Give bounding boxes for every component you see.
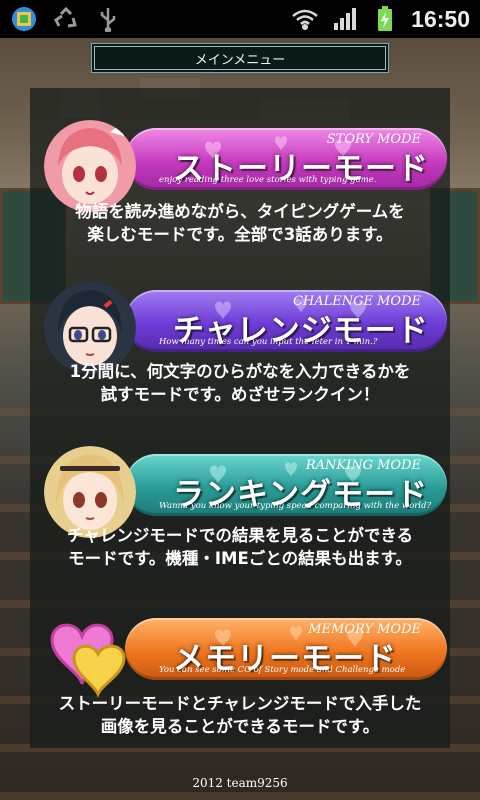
description-line: モードです。機種・IMEごとの結果も出ます。 [68, 549, 412, 568]
description-line: 楽しむモードです。全部で3話あります。 [87, 225, 393, 244]
page-title: メインメニュー [194, 52, 286, 68]
challenge-mode-button[interactable]: CHALENGE MODE チャレンジモード How many times ca… [125, 290, 447, 352]
menu-header: メインメニュー [94, 46, 386, 70]
mode-subtitle: How many times can you input the leter i… [159, 337, 378, 347]
description-line: 物語を読み進めながら、タイピングゲームを [75, 202, 405, 221]
description-line: ストーリーモードとチャレンジモードで入手した [58, 694, 422, 713]
story-character-avatar [44, 120, 136, 212]
mode-description: ストーリーモードとチャレンジモードで入手した 画像を見ることができるモードです。 [30, 692, 450, 738]
memory-mode-button[interactable]: MEMORY MODE メモリーモード You can see some CG … [125, 618, 447, 680]
status-bar: 16:50 [0, 0, 480, 38]
description-line: 画像を見ることができるモードです。 [100, 717, 380, 736]
mode-subtitle: enjoy reading three love stories with ty… [159, 175, 377, 185]
copyright-footer: 2012 team9256 [192, 776, 288, 790]
wifi-icon [291, 5, 319, 33]
description-line: 試すモードです。めざせランクイン！ [100, 385, 380, 404]
ranking-mode-button[interactable]: RANKING MODE ランキングモード Wanna you know you… [125, 454, 447, 516]
mode-description: 1分間に、何文字のひらがなを入力できるかを 試すモードです。めざせランクイン！ [30, 360, 450, 406]
mode-subtitle: You can see some CG of Story mode and Ch… [159, 665, 406, 675]
story-mode-button[interactable]: STORY MODE ストーリーモード enjoy reading three … [125, 128, 447, 190]
usb-icon [94, 5, 122, 33]
challenge-mode-item[interactable]: CHALENGE MODE チャレンジモード How many times ca… [30, 280, 450, 440]
status-clock: 16:50 [411, 5, 470, 32]
double-heart-icon [44, 610, 136, 702]
ranking-mode-item[interactable]: RANKING MODE ランキングモード Wanna you know you… [30, 444, 450, 604]
battery-charging-icon [371, 5, 399, 33]
app-icon[interactable] [10, 5, 38, 33]
signal-icon [331, 5, 359, 33]
description-line: 1分間に、何文字のひらがなを入力できるかを [69, 362, 411, 381]
menu-panel: STORY MODE ストーリーモード enjoy reading three … [30, 88, 450, 748]
description-line: チャレンジモードでの結果を見ることができる [66, 526, 413, 545]
recycle-icon [52, 5, 80, 33]
story-mode-item[interactable]: STORY MODE ストーリーモード enjoy reading three … [30, 118, 450, 278]
mode-description: 物語を読み進めながら、タイピングゲームを 楽しむモードです。全部で3話あります。 [30, 200, 450, 246]
memory-mode-item[interactable]: MEMORY MODE メモリーモード You can see some CG … [30, 608, 450, 768]
mode-subtitle: Wanna you know your typing spead compari… [159, 501, 432, 511]
mode-description: チャレンジモードでの結果を見ることができる モードです。機種・IMEごとの結果も… [30, 524, 450, 570]
